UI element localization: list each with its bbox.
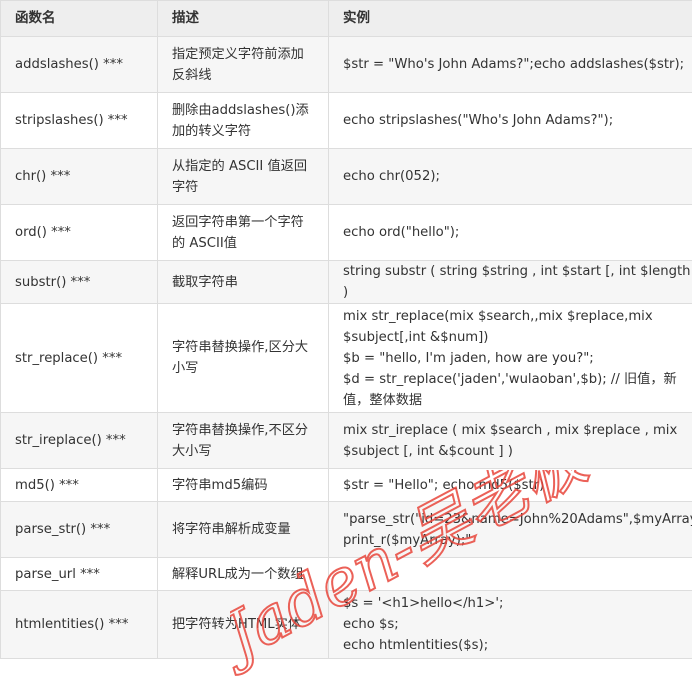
description-line: 删除由addslashes()添 (172, 100, 328, 121)
description-cell: 指定预定义字符前添加反斜线 (158, 37, 329, 93)
table-row: addslashes() ***指定预定义字符前添加反斜线$str = "Who… (1, 37, 692, 93)
function-name-cell: ord() *** (1, 205, 158, 261)
description-cell: 字符串替换操作,不区分大小写 (158, 413, 329, 469)
example-line: echo stripslashes("Who's John Adams?"); (343, 110, 692, 131)
table-row: str_replace() ***字符串替换操作,区分大小写mix str_re… (1, 304, 692, 413)
description-cell: 从指定的 ASCII 值返回字符 (158, 149, 329, 205)
function-name-cell: stripslashes() *** (1, 93, 158, 149)
description-line: 返回字符串第一个字符 (172, 212, 328, 233)
example-line: 值，整体数据 (343, 390, 692, 411)
header-function-name: 函数名 (1, 1, 158, 37)
example-line: $d = str_replace('jaden','wulaoban',$b);… (343, 369, 692, 390)
function-name-cell: md5() *** (1, 469, 158, 502)
example-line: string substr ( string $string , int $st… (343, 261, 692, 303)
example-line: echo chr(052); (343, 166, 692, 187)
description-line: 大小写 (172, 441, 328, 462)
function-name-cell: parse_str() *** (1, 502, 158, 558)
function-name-cell: chr() *** (1, 149, 158, 205)
example-line: echo htmlentities($s); (343, 635, 692, 656)
description-line: 小写 (172, 358, 328, 379)
description-cell: 字符串md5编码 (158, 469, 329, 502)
description-line: 截取字符串 (172, 272, 328, 293)
description-line: 反斜线 (172, 65, 328, 86)
function-name-cell: str_ireplace() *** (1, 413, 158, 469)
example-line: mix str_ireplace ( mix $search , mix $re… (343, 420, 692, 441)
description-cell: 解释URL成为一个数组 (158, 558, 329, 591)
example-line: $s = '<h1>hello</h1>'; (343, 593, 692, 614)
example-cell: echo stripslashes("Who's John Adams?"); (329, 93, 692, 149)
header-example: 实例 (329, 1, 692, 37)
header-description: 描述 (158, 1, 329, 37)
table-row: parse_str() *** 将字符串解析成变量 "parse_str("id=2… (1, 502, 692, 558)
example-cell: $str = "Hello"; echo md5($str) (329, 469, 692, 502)
example-cell: mix str_ireplace ( mix $search , mix $re… (329, 413, 692, 469)
description-cell: 删除由addslashes()添加的转义字符 (158, 93, 329, 149)
function-name-cell: parse_url *** (1, 558, 158, 591)
example-line: echo ord("hello"); (343, 222, 692, 243)
description-line: 字符 (172, 177, 328, 198)
table-row: htmlentities() ***把字符转为HTML实体$s = '<h1>h… (1, 591, 692, 659)
example-cell: echo ord("hello"); (329, 205, 692, 261)
table-row: stripslashes() ***删除由addslashes()添加的转义字符… (1, 93, 692, 149)
function-name-cell: str_replace() *** (1, 304, 158, 413)
example-line: $subject[,int &$num]) (343, 327, 692, 348)
description-cell: 将字符串解析成变量 (158, 502, 329, 558)
example-line: mix str_replace(mix $search,,mix $replac… (343, 306, 692, 327)
table-row: md5() *** 字符串md5编码 $str = "Hello"; echo md… (1, 469, 692, 502)
description-line: 指定预定义字符前添加 (172, 44, 328, 65)
example-line: $b = "hello, I'm jaden, how are you?"; (343, 348, 692, 369)
example-line: "parse_str("id=23&name=John%20Adams",$my… (343, 509, 692, 530)
example-cell: "parse_str("id=23&name=John%20Adams",$my… (329, 502, 692, 558)
description-line: 加的转义字符 (172, 121, 328, 142)
description-line: 字符串md5编码 (172, 475, 328, 496)
table-header-row: 函数名 描述 实例 (1, 1, 692, 37)
example-line: $str = "Hello"; echo md5($str) (343, 475, 692, 496)
example-line: $subject [, int &$count ] ) (343, 441, 692, 462)
description-line: 字符串替换操作,不区分 (172, 420, 328, 441)
table-row: chr() ***从指定的 ASCII 值返回字符echo chr(052); (1, 149, 692, 205)
description-cell: 字符串替换操作,区分大小写 (158, 304, 329, 413)
description-cell: 返回字符串第一个字符的 ASCII值 (158, 205, 329, 261)
function-name-cell: substr() *** (1, 261, 158, 304)
description-cell: 把字符转为HTML实体 (158, 591, 329, 659)
example-cell: echo chr(052); (329, 149, 692, 205)
php-string-functions-table: 函数名 描述 实例 addslashes() ***指定预定义字符前添加反斜线$… (0, 0, 692, 659)
table-body: addslashes() ***指定预定义字符前添加反斜线$str = "Who… (1, 37, 692, 659)
description-cell: 截取字符串 (158, 261, 329, 304)
table-row: substr() *** 截取字符串 string substr ( string … (1, 261, 692, 304)
example-line: echo $s; (343, 614, 692, 635)
description-line: 把字符转为HTML实体 (172, 614, 328, 635)
example-cell: string substr ( string $string , int $st… (329, 261, 692, 304)
example-cell: $s = '<h1>hello</h1>';echo $s;echo htmle… (329, 591, 692, 659)
function-name-cell: addslashes() *** (1, 37, 158, 93)
example-line: print_r($myArray);" (343, 530, 692, 551)
table-row: ord() ***返回字符串第一个字符的 ASCII值echo ord("hel… (1, 205, 692, 261)
description-line: 从指定的 ASCII 值返回 (172, 156, 328, 177)
table-row: str_ireplace() ***字符串替换操作,不区分大小写mix str_… (1, 413, 692, 469)
function-name-cell: htmlentities() *** (1, 591, 158, 659)
example-line: $str = "Who's John Adams?";echo addslash… (343, 54, 692, 75)
description-line: 将字符串解析成变量 (172, 519, 328, 540)
example-cell: $str = "Who's John Adams?";echo addslash… (329, 37, 692, 93)
table-row: parse_url *** 解释URL成为一个数组 (1, 558, 692, 591)
example-cell (329, 558, 692, 591)
example-cell: mix str_replace(mix $search,,mix $replac… (329, 304, 692, 413)
description-line: 字符串替换操作,区分大 (172, 337, 328, 358)
description-line: 解释URL成为一个数组 (172, 564, 328, 585)
description-line: 的 ASCII值 (172, 233, 328, 254)
